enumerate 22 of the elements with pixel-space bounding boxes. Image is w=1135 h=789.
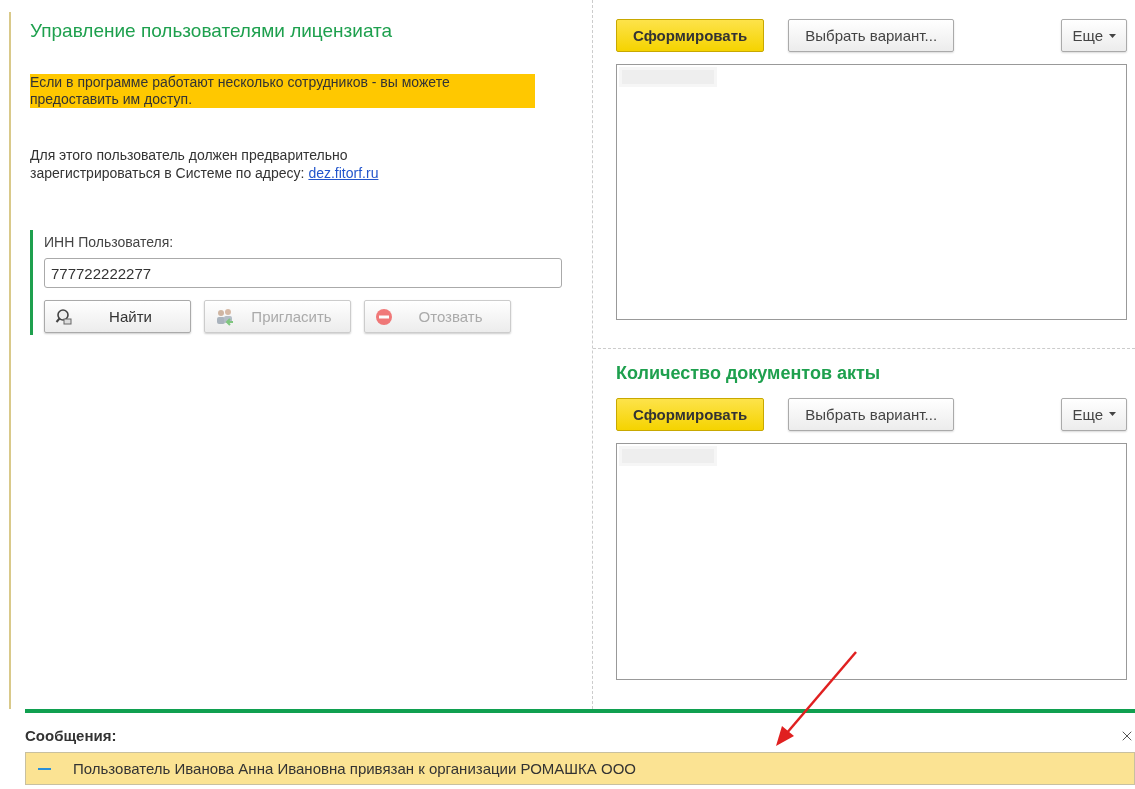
more-button[interactable]: Еще — [1061, 19, 1127, 52]
notice-text: Если в программе работают несколько сотрудников - вы можете предоставить им доступ. — [30, 74, 535, 108]
users-icon — [215, 307, 235, 326]
site-link[interactable]: dez.fitorf.ru — [308, 165, 379, 181]
generate-button[interactable]: Сформировать — [616, 397, 765, 431]
choose-variant-button[interactable]: Выбрать вариант... — [788, 397, 955, 431]
choose-variant-button[interactable]: Выбрать вариант... — [788, 19, 955, 52]
field-label: ИНН Пользователя: — [44, 234, 175, 250]
message-text: Пользователь Иванова Анна Ивановна привязан к организации РОМАШКА ООО — [73, 760, 636, 777]
messages-title: Сообщения: — [25, 727, 117, 744]
find-button[interactable]: Найти — [44, 300, 191, 333]
inn-field[interactable]: 777722222277 — [44, 258, 562, 288]
caret-icon — [1109, 33, 1116, 38]
more-button[interactable]: Еще — [1061, 397, 1127, 431]
section-title: Количество документов акты — [616, 362, 882, 384]
info-text: Для этого пользователь должен предварительно зарегистрироваться в Системе по адресу: dez.fitorf.ru — [30, 146, 380, 182]
minus-circle-icon — [375, 307, 393, 326]
dash-icon — [38, 767, 51, 770]
caret-icon — [1109, 412, 1116, 416]
generate-button[interactable]: Сформировать — [616, 19, 765, 52]
panel-title: Управление пользователями лицензиата — [30, 20, 394, 42]
magnifier-icon — [55, 307, 73, 326]
